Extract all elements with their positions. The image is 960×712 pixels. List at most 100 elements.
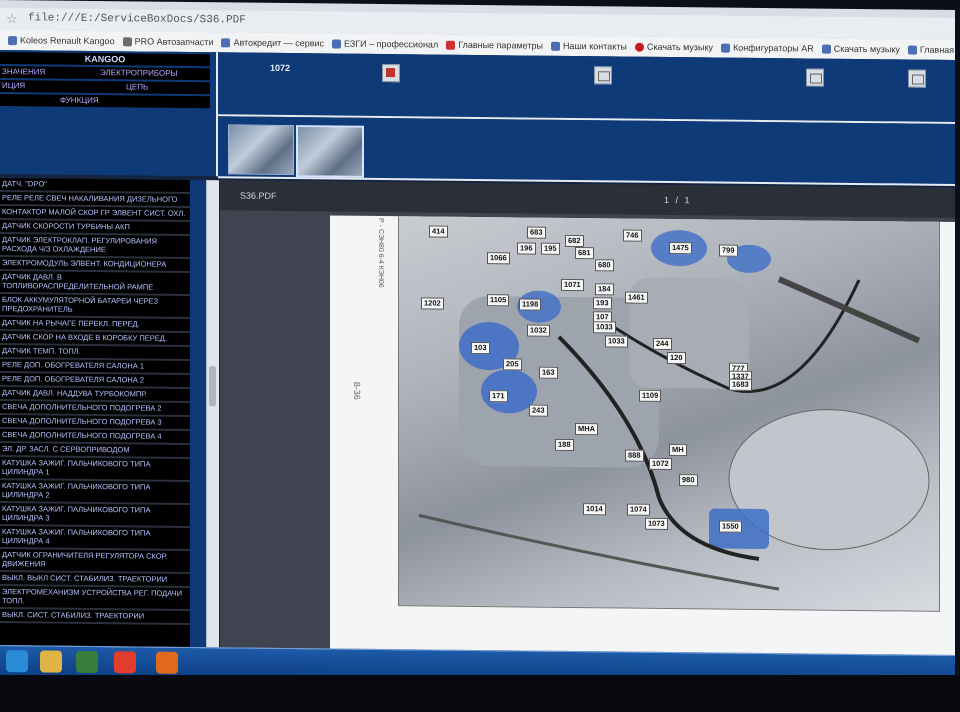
bookmark-item[interactable]: Главные параметры bbox=[446, 36, 543, 55]
bookmark-label: Скачать музыку bbox=[646, 41, 714, 53]
bookmark-item[interactable]: PRO Автозапчасти bbox=[122, 32, 214, 51]
list-item[interactable]: КАТУШКА ЗАЖИГ. ПАЛЬЧИКОВОГО ТИПА ЦИЛИНДР… bbox=[0, 480, 190, 505]
settings-icon[interactable] bbox=[908, 69, 926, 88]
document-toolbar: 1072 bbox=[218, 52, 955, 125]
bookmark-label: PRO Автозапчасти bbox=[134, 36, 214, 48]
thumbnail-strip bbox=[218, 116, 955, 187]
page-label: 8-36 bbox=[352, 381, 363, 400]
bookmark-item[interactable]: Koleos Renault Kangoo bbox=[8, 31, 115, 50]
menu-function-link[interactable]: ФУНКЦИЯ bbox=[60, 95, 99, 107]
bookmark-item[interactable]: ЕЗГИ – профессионал bbox=[332, 34, 438, 53]
bookmark-icon bbox=[634, 42, 644, 52]
bookmark-item[interactable]: Главная иноf bbox=[907, 41, 955, 60]
list-item[interactable]: ВЫКЛ. СИСТ. СТАБИЛИЗ. ТРАЕКТОРИИ bbox=[0, 609, 190, 625]
print-icon[interactable] bbox=[382, 64, 400, 83]
thumbnail-1[interactable] bbox=[228, 124, 294, 176]
url-text[interactable]: file:///E:/ServiceBoxDocs/S36.PDF bbox=[28, 12, 246, 26]
bookmark-label: Скачать музыку bbox=[833, 43, 900, 55]
callout-label: 103 bbox=[471, 341, 490, 355]
callout-label: MH bbox=[669, 444, 687, 457]
bookmark-label: Автокредит — сервис bbox=[233, 37, 325, 49]
callout-label: 1198 bbox=[519, 298, 542, 311]
star-icon[interactable]: ☆ bbox=[6, 11, 18, 27]
callout-label: 681 bbox=[575, 247, 594, 260]
explorer-icon[interactable] bbox=[40, 650, 62, 673]
service-app: KANGOO ЗНАЧЕНИЯ ЭЛЕКТРОПРИБОРЫ ИЦИЯ ЦЕПЬ… bbox=[0, 50, 955, 656]
pdf-viewer: S36.PDF 1 / 1 8-36 Р - СЭН80 6-4 КЭН06 4… bbox=[220, 180, 955, 656]
callout-label: 888 bbox=[625, 449, 644, 462]
callout-label: 1550 bbox=[719, 520, 742, 533]
menu-row-1: ЗНАЧЕНИЯ ЭЛЕКТРОПРИБОРЫ bbox=[0, 66, 210, 81]
callout-label: 1073 bbox=[645, 517, 668, 530]
media-player-icon[interactable] bbox=[76, 650, 98, 674]
bookmark-item[interactable]: Наши контакты bbox=[550, 37, 627, 56]
bookmark-icon bbox=[122, 37, 132, 47]
chrome-icon[interactable] bbox=[114, 651, 136, 674]
callout-label: 680 bbox=[595, 259, 614, 272]
strut-bar bbox=[777, 276, 921, 344]
list-item[interactable]: ДАТЧИК ЭЛЕКТРОКЛАП. РЕГУЛИРОВАНИЯ РАСХОД… bbox=[0, 234, 190, 259]
callout-label: 196 bbox=[517, 242, 536, 255]
bookmark-item[interactable]: Автокредит — сервис bbox=[221, 33, 324, 52]
callout-label: 188 bbox=[555, 438, 574, 452]
document-number: 1072 bbox=[270, 62, 291, 74]
tools-icon[interactable] bbox=[806, 68, 824, 87]
callout-label: 1014 bbox=[583, 503, 606, 516]
scrollbar-thumb[interactable] bbox=[209, 366, 216, 407]
list-item[interactable]: ЭЛЕКТРОМЕХАНИЗМ УСТРОЙСТВА РЕГ. ПОДАЧИ Т… bbox=[0, 586, 190, 611]
bookmark-icon bbox=[8, 36, 17, 46]
callout-label: 1033 bbox=[593, 321, 616, 334]
engine-bay-illustration: 414 683 682 196 195 681 746 1475 799 1066 680 1071 1… bbox=[398, 215, 940, 612]
engine-drawing bbox=[418, 230, 930, 591]
callout-label: 244 bbox=[653, 337, 672, 351]
callout-label: 746 bbox=[623, 229, 642, 242]
list-item[interactable]: КАТУШКА ЗАЖИГ. ПАЛЬЧИКОВОГО ТИПА ЦИЛИНДР… bbox=[0, 457, 190, 482]
list-gutter bbox=[190, 179, 206, 648]
pdf-page-indicator: 1 / 1 bbox=[664, 194, 692, 206]
bookmark-label: Главные параметры bbox=[458, 39, 543, 51]
callout-label: MHA bbox=[575, 423, 599, 436]
callout-label: 1072 bbox=[649, 457, 672, 471]
callout-label: 1071 bbox=[561, 278, 584, 292]
vehicle-name: KANGOO bbox=[0, 52, 210, 67]
pdf-page[interactable]: 8-36 Р - СЭН80 6-4 КЭН06 414 683 682 196… bbox=[330, 215, 955, 656]
bookmark-label: Наши контакты bbox=[562, 40, 627, 52]
callout-label: 205 bbox=[503, 358, 522, 371]
thumbnail-2[interactable] bbox=[296, 125, 364, 178]
component-list: ДАТЧ. "DPO" РЕЛЕ РЕЛЕ СВЕЧ НАКАЛИВАНИЯ ДИ… bbox=[0, 178, 190, 647]
callout-label: 120 bbox=[667, 351, 686, 365]
bookmark-icon bbox=[550, 41, 560, 51]
bookmark-icon bbox=[332, 39, 342, 49]
list-scrollbar[interactable] bbox=[206, 180, 219, 648]
callout-label: 1074 bbox=[627, 503, 650, 516]
list-item[interactable]: БЛОК АККУМУЛЯТОРНОЙ БАТАРЕИ ЧЕРЕЗ ПРЕДОХ… bbox=[0, 294, 190, 319]
bookmark-label: Конфигураторы AR bbox=[733, 42, 814, 54]
bookmark-label: ЕЗГИ – профессионал bbox=[344, 38, 439, 50]
bookmark-item[interactable]: Скачать музыку bbox=[821, 40, 900, 59]
callout-label: 1033 bbox=[605, 335, 628, 348]
menu-electrical-link[interactable]: ЭЛЕКТРОПРИБОРЫ bbox=[100, 67, 178, 80]
list-item[interactable]: КАТУШКА ЗАЖИГ. ПАЛЬЧИКОВОГО ТИПА ЦИЛИНДР… bbox=[0, 526, 190, 551]
menu-circuit-link[interactable]: ЦЕПЬ bbox=[126, 81, 148, 93]
vehicle-menu-panel: KANGOO ЗНАЧЕНИЯ ЭЛЕКТРОПРИБОРЫ ИЦИЯ ЦЕПЬ… bbox=[0, 50, 218, 177]
bookmark-icon bbox=[907, 45, 917, 55]
pdf-toolbar: S36.PDF 1 / 1 bbox=[220, 180, 955, 219]
list-item[interactable]: ДАТЧИК ОГРАНИЧИТЕЛЯ РЕГУЛЯТОРА СКОР. ДВИ… bbox=[0, 549, 190, 574]
ie-icon[interactable] bbox=[6, 650, 28, 673]
zoom-icon[interactable] bbox=[594, 66, 612, 85]
bookmark-icon bbox=[446, 40, 456, 50]
callout-label: 1105 bbox=[487, 294, 510, 307]
side-reference: Р - СЭН80 6-4 КЭН06 bbox=[377, 217, 384, 288]
bookmark-item[interactable]: Конфигураторы AR bbox=[721, 39, 814, 58]
callout-label: 163 bbox=[539, 366, 558, 379]
list-item[interactable]: ДАТЧИК ДАВЛ. В ТОПЛИВОРАСПРЕДЕЛИТЕЛЬНОЙ … bbox=[0, 271, 190, 296]
list-item[interactable]: КАТУШКА ЗАЖИГ. ПАЛЬЧИКОВОГО ТИПА ЦИЛИНДР… bbox=[0, 503, 190, 528]
bookmark-label: Главная иноf bbox=[919, 44, 955, 56]
menu-position-link[interactable]: ИЦИЯ bbox=[2, 80, 25, 92]
bookmark-icon bbox=[821, 44, 831, 54]
menu-values-link[interactable]: ЗНАЧЕНИЯ bbox=[2, 66, 45, 78]
callout-label: 195 bbox=[541, 242, 560, 255]
bookmark-item[interactable]: Скачать музыку bbox=[634, 38, 714, 57]
callout-label: 799 bbox=[719, 244, 738, 257]
firefox-icon[interactable] bbox=[156, 651, 178, 674]
